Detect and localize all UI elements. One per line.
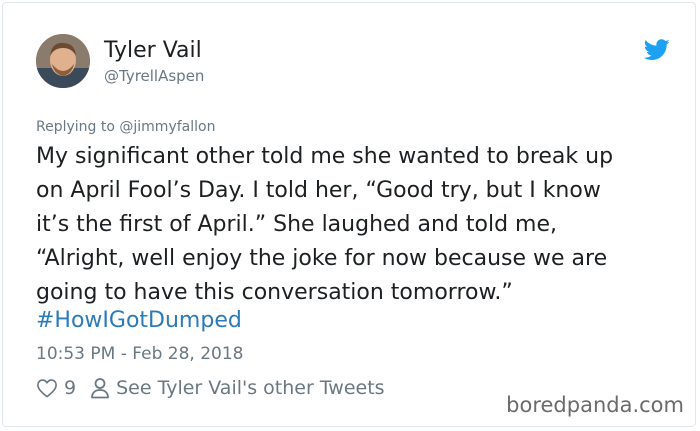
person-icon[interactable]: [90, 377, 110, 399]
tweet-actions: 9 See Tyler Vail's other Tweets: [36, 377, 385, 399]
author-handle[interactable]: @TyrellAspen: [104, 67, 204, 85]
replying-prefix: Replying to: [36, 119, 120, 135]
tweet-card: Tyler Vail @TyrellAspen Replying to @jim…: [2, 2, 696, 427]
reply-mention-link[interactable]: @jimmyfallon: [119, 119, 215, 135]
tweet-timestamp[interactable]: 10:53 PM - Feb 28, 2018: [36, 344, 243, 364]
heart-icon[interactable]: [36, 378, 58, 398]
hashtag-link[interactable]: #HowIGotDumped: [36, 304, 242, 338]
avatar[interactable]: [36, 34, 90, 88]
replying-to: Replying to @jimmyfallon: [36, 119, 215, 135]
like-count[interactable]: 9: [64, 377, 76, 399]
tweet-text: My significant other told me she wanted …: [36, 144, 614, 305]
author-name[interactable]: Tyler Vail: [104, 38, 202, 63]
other-tweets-link[interactable]: See Tyler Vail's other Tweets: [116, 377, 384, 399]
twitter-bird-icon[interactable]: [643, 39, 670, 61]
watermark: boredpanda.com: [506, 393, 684, 417]
